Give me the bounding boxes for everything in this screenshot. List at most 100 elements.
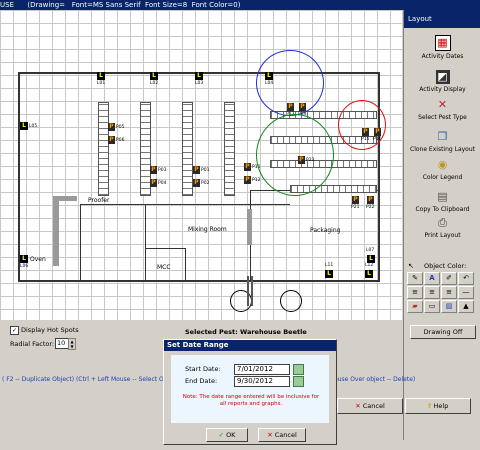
light-trap-icon[interactable]: L [150, 72, 158, 80]
pest-label: P12 [252, 178, 261, 183]
dialog-body: Start Date: 7/01/2012 End Date: 9/30/201… [171, 355, 329, 423]
activity-display-label: Activity Display [419, 86, 466, 93]
select-pest-type-button[interactable]: ✕ Select Pest Type [404, 98, 480, 121]
bring-front-icon[interactable]: ▲ [458, 300, 474, 313]
light-trap-icon[interactable]: L [97, 72, 105, 80]
activity-dates-button[interactable]: ▦ Activity Dates [404, 35, 480, 60]
clone-layout-button[interactable]: ❐ Clone Existing Layout [404, 130, 480, 153]
bug-icon: ✕ [437, 98, 448, 111]
print-layout-label: Print Layout [424, 232, 461, 239]
text-icon[interactable]: A [424, 272, 440, 285]
light-label: L03 [195, 81, 204, 86]
color-legend-label: Color Legend [422, 174, 463, 181]
dialog-cancel-button[interactable]: ✕ Cancel [258, 428, 306, 442]
light-trap-icon[interactable]: L [365, 270, 373, 278]
hotspot-circle-red [338, 100, 386, 150]
pest-label: P02 [201, 181, 210, 186]
pest-label: P04 [158, 181, 167, 186]
start-date-label: Start Date: [185, 365, 221, 373]
pest-trap-icon[interactable]: P [193, 166, 200, 174]
pest-label: P22 [366, 205, 375, 210]
align-right-icon[interactable]: ≡ [441, 286, 457, 299]
line-icon[interactable]: — [458, 286, 474, 299]
radial-factor-spinner[interactable]: ▲ ▼ [68, 338, 76, 350]
color-legend-button[interactable]: ◉ Color Legend [404, 158, 480, 181]
check-icon: ✓ [218, 431, 224, 439]
ok-label: OK [226, 431, 236, 439]
set-date-range-dialog: Set Date Range Start Date: 7/01/2012 End… [163, 339, 337, 445]
hint-text-right: ouse Over object -- Delete) [334, 376, 416, 383]
align-center-icon[interactable]: ≡ [424, 286, 440, 299]
wall [18, 280, 380, 282]
wall [185, 248, 186, 280]
floorplan-canvas[interactable]: L L01 L L02 L L03 L L04 L L05 L L06 L L0… [0, 10, 402, 320]
calendar-icon[interactable] [293, 364, 304, 375]
activity-display-button[interactable]: ◩ Activity Display [404, 70, 480, 93]
light-trap-icon[interactable]: L [20, 122, 28, 130]
hotspots-checkbox[interactable]: ✓ [10, 326, 19, 335]
pest-trap-icon[interactable]: P [244, 163, 251, 171]
rack [98, 102, 109, 196]
room-label-proofer: Proofer [88, 197, 110, 204]
end-date-label: End Date: [185, 377, 218, 385]
pest-trap-icon[interactable]: P [108, 123, 115, 131]
align-left-icon[interactable]: ≡ [407, 286, 423, 299]
end-date-field[interactable]: 9/30/2012 [234, 376, 290, 387]
pest-label: P05 [116, 125, 125, 130]
radial-factor-label: Radial Factor: [10, 340, 55, 348]
light-trap-icon[interactable]: L [195, 72, 203, 80]
light-trap-icon[interactable]: L [325, 270, 333, 278]
display-icon: ◩ [435, 70, 450, 84]
help-button[interactable]: ? Help [405, 398, 471, 414]
calendar-icon[interactable] [293, 376, 304, 387]
pest-trap-icon[interactable]: P [150, 179, 157, 187]
hotspots-label: Display Hot Spots [21, 326, 79, 334]
eraser-icon[interactable]: ▰ [407, 300, 423, 313]
room-label-packaging: Packaging [310, 227, 341, 234]
pest-trap-icon[interactable]: P [108, 136, 115, 144]
undo-icon[interactable]: ↶ [458, 272, 474, 285]
brush-icon[interactable]: ✐ [441, 272, 457, 285]
rectangle-icon[interactable]: ▭ [424, 300, 440, 313]
wall [378, 72, 380, 282]
light-label: L05 [29, 124, 38, 129]
room-label-oven: Oven [30, 256, 46, 263]
pest-label: P03 [158, 168, 167, 173]
start-date-field[interactable]: 7/01/2012 [234, 364, 290, 375]
ok-button[interactable]: ✓ OK [206, 428, 248, 442]
wall [80, 204, 81, 280]
copy-clipboard-label: Copy To Clipboard [415, 206, 470, 213]
object-color-label: Object Color: [424, 262, 467, 270]
pest-trap-icon[interactable]: P [150, 166, 157, 174]
panel-title: Layout [404, 10, 480, 28]
cancel-button[interactable]: ✕ Cancel [337, 398, 403, 414]
cart-frame [251, 276, 253, 306]
help-label: Help [433, 402, 449, 410]
cancel-label: Cancel [362, 402, 385, 410]
light-trap-icon[interactable]: L [367, 255, 375, 263]
pointer-icon[interactable]: ↖ [408, 262, 414, 270]
pest-label: P21 [351, 205, 360, 210]
clone-icon: ❐ [437, 130, 448, 143]
pest-label: P06 [116, 138, 125, 143]
cart-frame [247, 276, 249, 306]
pest-trap-icon[interactable]: P [193, 179, 200, 187]
wall [80, 204, 290, 205]
wall [145, 204, 146, 280]
fill-icon[interactable]: ▨ [441, 300, 457, 313]
title-bar: USE (Drawing= Font=MS Sans Serif Font Si… [0, 0, 480, 10]
drawing-off-button[interactable]: Drawing Off [410, 325, 476, 339]
pest-trap-icon[interactable]: P [244, 176, 251, 184]
dialog-title: Set Date Range [164, 340, 336, 351]
print-layout-button[interactable]: ⎙ Print Layout [404, 216, 480, 239]
wall [18, 72, 20, 282]
light-label: L01 [97, 81, 106, 86]
copy-clipboard-button[interactable]: ▤ Copy To Clipboard [404, 190, 480, 213]
pest-trap-icon[interactable]: P [352, 196, 359, 204]
dialog-cancel-label: Cancel [274, 431, 297, 439]
light-label: L02 [150, 81, 159, 86]
pencil-icon[interactable]: ✎ [407, 272, 423, 285]
light-trap-icon[interactable]: L [20, 255, 28, 263]
light-label: L06 [20, 264, 29, 269]
pest-trap-icon[interactable]: P [367, 196, 374, 204]
